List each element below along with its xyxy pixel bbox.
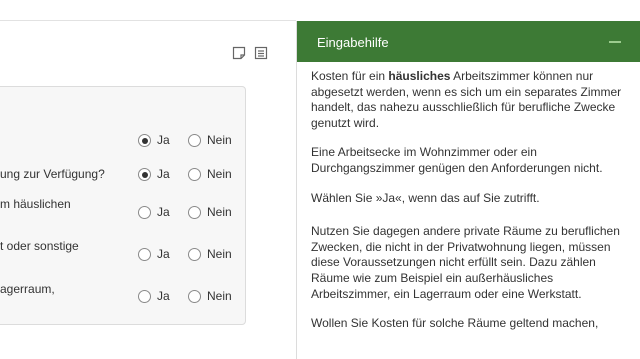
note-icon[interactable] [232,46,246,60]
q4-nein-label: Nein [207,247,232,261]
q3-nein-label: Nein [207,205,232,219]
q2-ja-radio[interactable] [138,168,151,181]
top-bar [0,0,296,21]
q3-text: m häuslichen [0,197,71,211]
q3-nein-radio[interactable] [188,206,201,219]
document-list-icon[interactable] [254,46,268,60]
help-panel-header: Eingabehilfe [297,21,640,62]
help-paragraph-3: Wählen Sie »Ja«, wenn das auf Sie zutrif… [311,190,540,205]
q5-text: agerraum, [0,282,55,296]
q4-ja-label: Ja [157,247,170,261]
q2-ja-label: Ja [157,167,170,181]
help-panel: Eingabehilfe Kosten für ein häusliches A… [296,21,640,359]
q4-text: t oder sonstige [0,239,79,253]
help-paragraph-1: Kosten für ein häusliches Arbeitszimmer … [311,69,622,130]
q4-nein-radio[interactable] [188,248,201,261]
q1-ja-radio[interactable] [138,134,151,147]
q2-text: ung zur Verfügung? [0,167,105,181]
q3-ja-label: Ja [157,205,170,219]
q5-nein-radio[interactable] [188,290,201,303]
q5-ja-label: Ja [157,289,170,303]
help-panel-title: Eingabehilfe [317,35,389,50]
q5-ja-radio[interactable] [138,290,151,303]
q1-nein-radio[interactable] [188,134,201,147]
q2-nein-label: Nein [207,167,232,181]
collapse-icon[interactable] [609,41,621,43]
q1-nein-label: Nein [207,133,232,147]
q2-nein-radio[interactable] [188,168,201,181]
q1-ja-label: Ja [157,133,170,147]
q5-nein-label: Nein [207,289,232,303]
help-paragraph-2: Eine Arbeitsecke im Wohnzimmer oder ein … [311,145,603,175]
help-paragraph-5: Wollen Sie Kosten für solche Räume gelte… [311,316,599,331]
help-panel-body: Kosten für ein häusliches Arbeitszimmer … [311,69,633,346]
help-paragraph-4: Nutzen Sie dagegen andere private Räume … [311,224,620,301]
q3-ja-radio[interactable] [138,206,151,219]
q4-ja-radio[interactable] [138,248,151,261]
